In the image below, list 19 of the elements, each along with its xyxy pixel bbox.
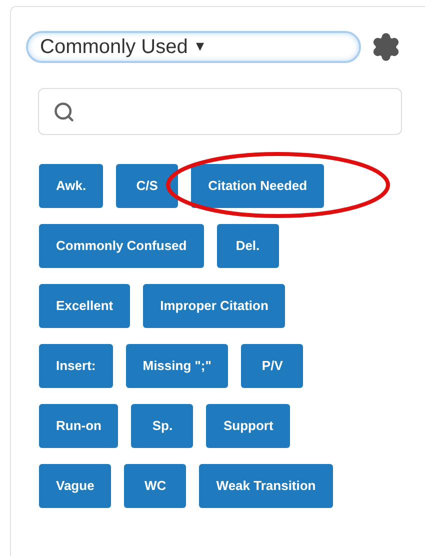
comment-button[interactable]: Citation Needed: [191, 164, 324, 208]
comment-button[interactable]: Support: [206, 404, 290, 448]
comment-button[interactable]: Awk.: [39, 164, 104, 208]
search-field[interactable]: [38, 88, 402, 135]
comment-button[interactable]: Improper Citation: [143, 284, 286, 328]
comment-button[interactable]: P/V: [241, 344, 304, 388]
comment-button[interactable]: Insert:: [39, 344, 113, 388]
comment-button[interactable]: Missing ";": [126, 344, 228, 388]
comment-button[interactable]: Sp.: [131, 404, 194, 448]
comment-button[interactable]: Commonly Confused: [39, 224, 204, 268]
comment-button[interactable]: Run-on: [39, 404, 118, 448]
comment-button[interactable]: WC: [124, 464, 186, 508]
comment-button[interactable]: Del.: [216, 224, 279, 268]
search-icon: [53, 100, 75, 122]
comment-button[interactable]: Vague: [39, 464, 112, 508]
comment-button[interactable]: C/S: [116, 164, 178, 208]
category-dropdown[interactable]: Commonly Used ▾: [26, 31, 361, 63]
comment-button[interactable]: Excellent: [39, 284, 130, 328]
comment-button[interactable]: Weak Transition: [199, 464, 333, 508]
